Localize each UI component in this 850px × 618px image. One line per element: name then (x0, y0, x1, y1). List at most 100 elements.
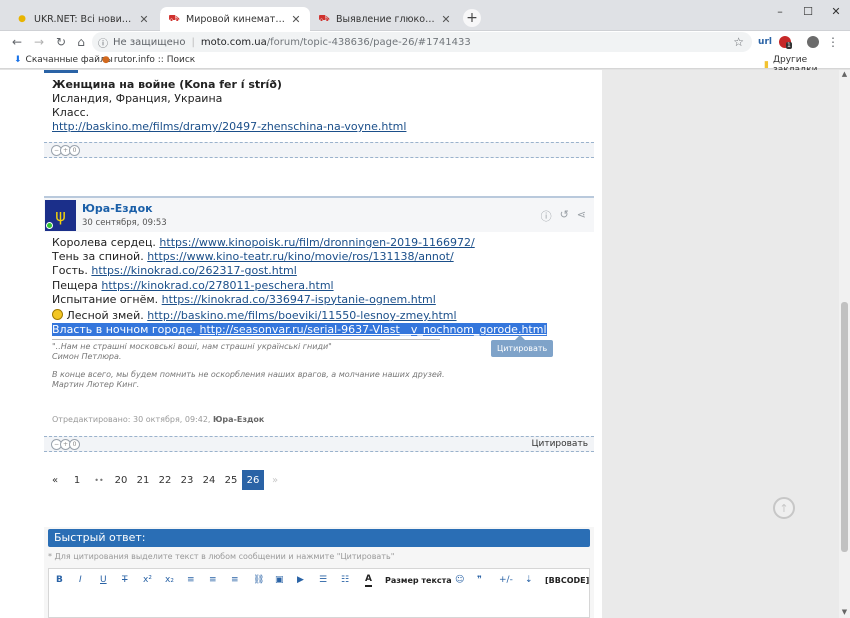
reply-editor[interactable]: B I U T x² x₂ ≡ ≡ ≡ ⛓ ▣ ▶ ☰ ☷ A Размер т… (48, 568, 590, 618)
film-line: Гость. https://kinokrad.co/262317-gost.h… (52, 264, 297, 278)
quick-reply-title: Быстрый ответ: (48, 529, 590, 547)
scroll-down-icon[interactable]: ▼ (839, 608, 850, 618)
page-viewport: Женщина на войне (Kona fer í stríð) Исла… (0, 70, 839, 618)
rate-count-icon[interactable]: 0 (69, 145, 80, 156)
film-line-selected: Власть в ночном городе. http://seasonvar… (52, 323, 547, 337)
film-link[interactable]: http://seasonvar.ru/serial-9637-Vlast__v… (199, 323, 546, 336)
scrollbar-thumb[interactable] (841, 302, 848, 552)
bookmark-rutor[interactable]: ● rutor.info :: Поиск (102, 55, 195, 65)
bbcode-button[interactable]: [BBCODE] (545, 573, 589, 587)
rating-buttons: − + 0 (51, 145, 83, 156)
maximize-button[interactable]: ☐ (794, 0, 822, 22)
info-icon[interactable]: ⓘ (98, 35, 108, 50)
bookmark-downloads[interactable]: ⬇ Скачанные файлы (14, 55, 113, 65)
bookmark-label: Скачанные файлы (25, 55, 113, 65)
align-left-icon[interactable]: ≡ (187, 573, 195, 587)
forum-post: ψ Юра-Ездок 30 сентября, 09:53 ⓘ ↺ ⋖ Кор… (44, 196, 594, 452)
film-link[interactable]: https://www.kinopoisk.ru/film/dronningen… (159, 236, 474, 249)
reply-icon[interactable]: ↺ (560, 208, 569, 224)
quote-button[interactable]: Цитировать (531, 439, 588, 449)
page-link[interactable]: 1 (66, 470, 88, 490)
scroll-to-top-icon[interactable]: ↑ (773, 497, 795, 519)
rate-count-icon[interactable]: 0 (69, 439, 80, 450)
link-icon[interactable]: ⛓ (253, 573, 264, 587)
url-extension-icon[interactable]: url (756, 33, 774, 51)
signature-quote: "..Нам не страшні московські воші, нам с… (52, 342, 332, 351)
image-icon[interactable]: ▣ (275, 573, 284, 587)
address-bar[interactable]: ⓘ Не защищено | moto.com.ua /forum/topic… (92, 32, 752, 52)
film-link[interactable]: https://kinokrad.co/278011-peschera.html (101, 279, 333, 292)
page-link[interactable]: 23 (176, 470, 198, 490)
menu-icon[interactable]: ⋮ (824, 33, 842, 51)
underline-button[interactable]: U (100, 573, 107, 587)
post-footer: − + 0 Цитировать (44, 436, 594, 452)
tab-title: Выявление глюков, предложен (336, 13, 436, 25)
new-tab-button[interactable]: + (463, 9, 481, 27)
page-ellipsis: •• (94, 475, 104, 485)
italic-button[interactable]: I (79, 573, 82, 587)
video-icon[interactable]: ▶ (297, 573, 304, 587)
download-icon[interactable]: ⇣ (525, 573, 533, 587)
page-link[interactable]: 24 (198, 470, 220, 490)
quick-reply: Быстрый ответ: * Для цитирования выделит… (44, 527, 594, 618)
film-link[interactable]: http://baskino.me/films/dramy/20497-zhen… (52, 120, 406, 133)
page-link[interactable]: 20 (110, 470, 132, 490)
edited-by[interactable]: Юра-Ездок (213, 415, 264, 424)
quick-reply-hint: * Для цитирования выделите текст в любом… (48, 552, 395, 561)
page-scrollbar[interactable]: ▲ ▼ (839, 70, 850, 618)
bold-button[interactable]: B (56, 573, 63, 587)
quote-tooltip[interactable]: Цитировать (491, 335, 554, 357)
page-next[interactable]: » (264, 470, 286, 490)
report-icon[interactable]: ⓘ (541, 208, 552, 224)
page-link[interactable]: 25 (220, 470, 242, 490)
post-date: 30 сентября, 09:53 (82, 218, 167, 228)
align-center-icon[interactable]: ≡ (209, 573, 217, 587)
back-icon[interactable]: ← (8, 33, 26, 51)
close-tab-icon[interactable]: ✕ (440, 13, 452, 26)
smiley-icon[interactable]: ☺ (455, 573, 464, 587)
page-link[interactable]: 22 (154, 470, 176, 490)
share-icon[interactable]: ⋖ (577, 208, 586, 224)
tab-title: Мировой кинематограф - фору (186, 13, 286, 25)
close-window-button[interactable]: ✕ (822, 0, 850, 22)
bookmark-star-icon[interactable]: ☆ (733, 35, 744, 49)
signature-author: Симон Петлюра. (52, 352, 122, 361)
subscript-button[interactable]: x₂ (165, 573, 174, 587)
profile-avatar[interactable] (804, 33, 822, 51)
home-icon[interactable]: ⌂ (72, 33, 90, 51)
superscript-button[interactable]: x² (143, 573, 152, 587)
page-link[interactable]: 21 (132, 470, 154, 490)
strike-button[interactable]: T (122, 573, 128, 587)
numbered-list-icon[interactable]: ☷ (341, 573, 349, 587)
post-author[interactable]: Юра-Ездок (82, 202, 153, 215)
tab-ukrnet[interactable]: ● UKR.NET: Всі новини України, о ✕ (8, 7, 158, 31)
film-link[interactable]: https://kinokrad.co/262317-gost.html (91, 264, 296, 277)
align-right-icon[interactable]: ≡ (231, 573, 239, 587)
extension-icon[interactable]: 1 (776, 33, 794, 51)
bullet-list-icon[interactable]: ☰ (319, 573, 327, 587)
spoiler-button[interactable]: +/- (499, 573, 513, 587)
text-color-icon[interactable]: A (365, 573, 372, 587)
film-link[interactable]: https://kinokrad.co/336947-ispytanie-ogn… (162, 293, 436, 306)
page-current[interactable]: 26 (242, 470, 264, 490)
quote-icon[interactable]: ❞ (477, 573, 482, 587)
rating-buttons: − + 0 (51, 439, 83, 450)
film-link[interactable]: http://baskino.me/films/boeviki/11550-le… (147, 309, 456, 322)
tab-moto-bugs[interactable]: ⛟ Выявление глюков, предложен ✕ (310, 7, 460, 31)
close-tab-icon[interactable]: ✕ (290, 13, 302, 26)
film-line: Лесной змей. http://baskino.me/films/boe… (52, 309, 592, 323)
forum-main: Женщина на войне (Kona fer í stríð) Исла… (0, 70, 602, 618)
address-divider: | (191, 36, 195, 48)
post-footer: − + 0 (44, 142, 594, 158)
tab-moto-forum[interactable]: ⛟ Мировой кинематограф - фору ✕ (160, 7, 310, 31)
film-link[interactable]: https://www.kino-teatr.ru/kino/movie/ros… (147, 250, 453, 263)
forward-icon[interactable]: → (30, 33, 48, 51)
edited-note: Отредактировано: 30 октября, 09:42, Юра-… (52, 415, 265, 424)
minimize-button[interactable]: – (766, 0, 794, 22)
close-tab-icon[interactable]: ✕ (138, 13, 150, 26)
ukrnet-favicon: ● (18, 14, 26, 24)
scroll-up-icon[interactable]: ▲ (839, 70, 850, 80)
text-size-select[interactable]: Размер текста (385, 573, 452, 587)
page-prev[interactable]: « (44, 470, 66, 490)
reload-icon[interactable]: ↻ (52, 33, 70, 51)
